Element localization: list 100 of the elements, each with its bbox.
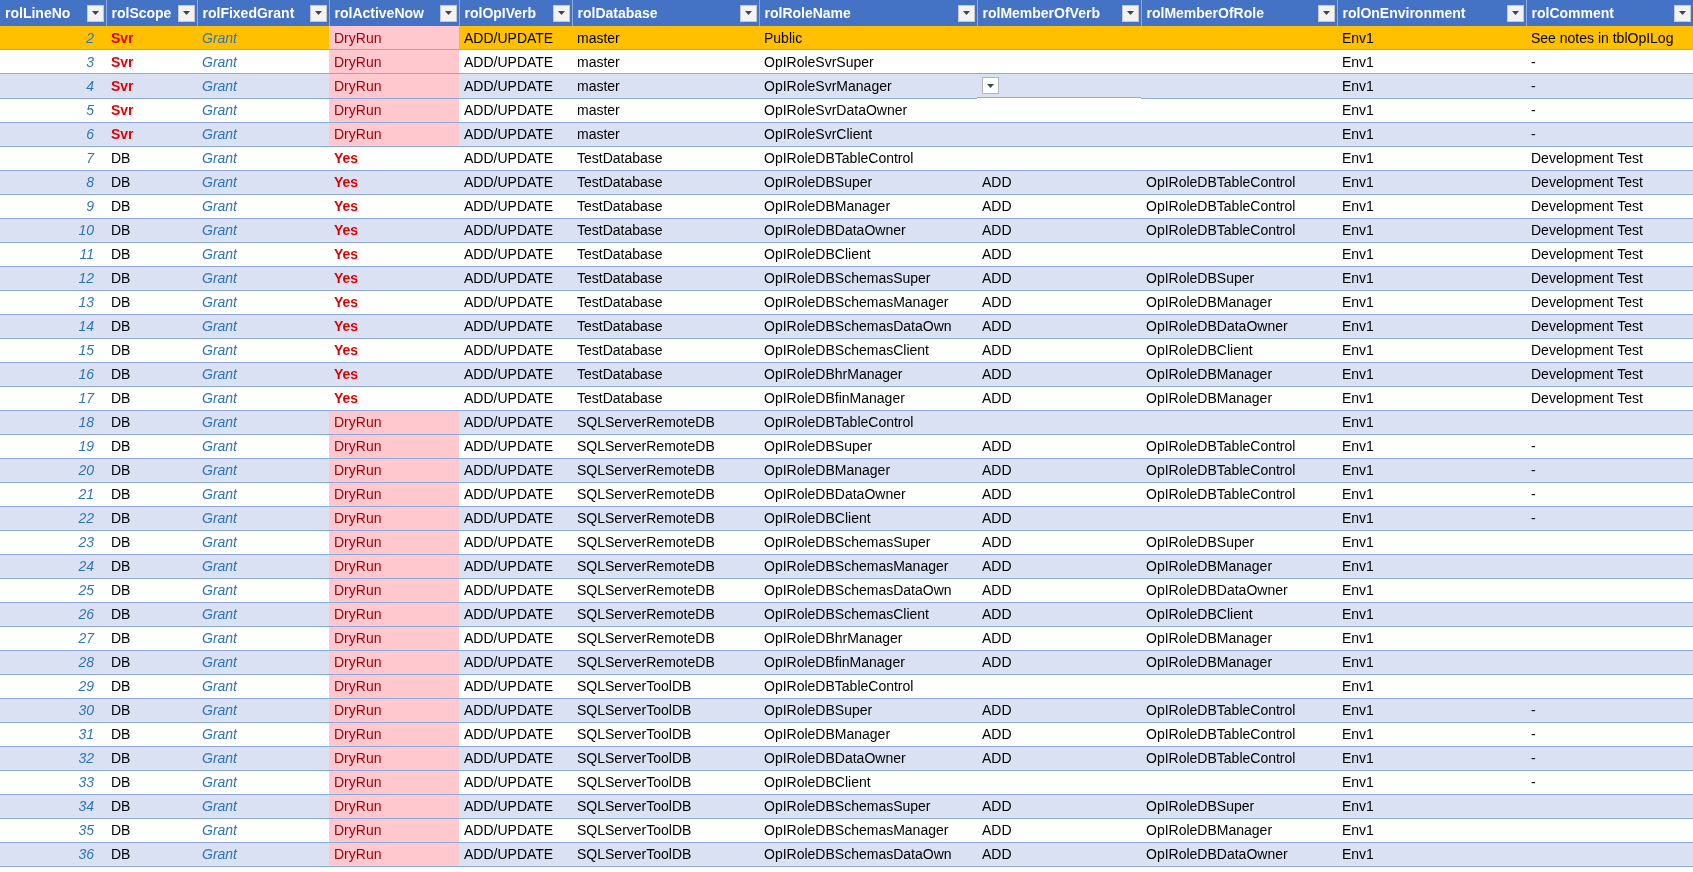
table-cell: DryRun xyxy=(329,746,459,770)
table-cell: ADD/UPDATE xyxy=(464,798,554,814)
table-cell: master xyxy=(577,102,620,118)
caret-icon xyxy=(557,11,565,15)
table-row[interactable]: 14 DB Grant Yes ADD/UPDATE TestDatabase OpIRoleDBSchemasDataOwn ADD OpIRoleDBDataOwner Env1 Development Test xyxy=(0,314,1693,338)
table-cell: OpIRoleDBManager xyxy=(764,198,891,214)
table-row[interactable]: 35 DB Grant DryRun ADD/UPDATE SQLServerToolDB OpIRoleDBSchemasManager ADD OpIRoleDBManager Env1 xyxy=(0,818,1693,842)
table-row[interactable]: 7 DB Grant Yes ADD/UPDATE TestDatabase OpIRoleDBTableControl Env1 Development Test xyxy=(0,146,1693,170)
table-row[interactable]: 34 DB Grant DryRun ADD/UPDATE SQLServerToolDB OpIRoleDBSchemasSuper ADD OpIRoleDBSuper Env1 xyxy=(0,794,1693,818)
table-cell: ADD xyxy=(982,390,1012,406)
table-cell: ADD xyxy=(982,510,1012,526)
table-row[interactable]: 13 DB Grant Yes ADD/UPDATE TestDatabase OpIRoleDBSchemasManager ADD OpIRoleDBManager Env1 Development Test xyxy=(0,290,1693,314)
table-cell: Svr xyxy=(111,102,134,118)
table-cell: Env1 xyxy=(1342,486,1374,502)
table-cell: Grant xyxy=(202,750,237,766)
table-cell: TestDatabase xyxy=(577,198,663,214)
table-cell: OpIRoleDBTableControl xyxy=(1146,750,1296,766)
table-cell: DB xyxy=(111,678,131,694)
table-row[interactable]: 23 DB Grant DryRun ADD/UPDATE SQLServerRemoteDB OpIRoleDBSchemasSuper ADD OpIRoleDBSuper Env1 xyxy=(0,530,1693,554)
table-row[interactable]: 21 DB Grant DryRun ADD/UPDATE SQLServerRemoteDB OpIRoleDBDataOwner ADD OpIRoleDBTableControl Env1 - xyxy=(0,482,1693,506)
table-cell: DryRun xyxy=(329,602,459,626)
dropdown-button[interactable] xyxy=(982,77,999,94)
caret-icon xyxy=(1678,11,1686,15)
filter-button[interactable] xyxy=(439,4,457,22)
table-cell: - xyxy=(1531,438,1536,454)
table-row[interactable]: 19 DB Grant DryRun ADD/UPDATE SQLServerRemoteDB OpIRoleDBSuper ADD OpIRoleDBTableControl Env1 - xyxy=(0,434,1693,458)
table-cell: 8 xyxy=(86,174,94,190)
filter-button[interactable] xyxy=(86,4,104,22)
table-row[interactable]: 2 Svr Grant DryRun ADD/UPDATE master Public Env1 See notes in tblOpILog xyxy=(0,26,1693,50)
table-cell: See notes in tblOpILog xyxy=(1531,29,1674,46)
table-row[interactable]: 10 DB Grant Yes ADD/UPDATE TestDatabase OpIRoleDBDataOwner ADD OpIRoleDBTableControl Env1 Development Test xyxy=(0,218,1693,242)
table-row[interactable]: 18 DB Grant DryRun ADD/UPDATE SQLServerRemoteDB OpIRoleDBTableControl Env1 xyxy=(0,410,1693,434)
table-row[interactable]: 26 DB Grant DryRun ADD/UPDATE SQLServerRemoteDB OpIRoleDBSchemasClient ADD OpIRoleDBClient Env1 xyxy=(0,602,1693,626)
table-cell: ADD/UPDATE xyxy=(464,53,554,70)
filter-button[interactable] xyxy=(1673,4,1691,22)
table-cell: SQLServerToolDB xyxy=(577,678,692,694)
caret-icon xyxy=(1322,11,1330,15)
column-header: rolOnEnvironment xyxy=(1342,5,1466,21)
table-row[interactable]: 30 DB Grant DryRun ADD/UPDATE SQLServerToolDB OpIRoleDBSuper ADD OpIRoleDBTableControl Env1 - xyxy=(0,698,1693,722)
filter-button[interactable] xyxy=(1506,4,1524,22)
filter-button[interactable] xyxy=(309,4,327,22)
table-row[interactable]: 17 DB Grant Yes ADD/UPDATE TestDatabase OpIRoleDBfinManager ADD OpIRoleDBManager Env1 Development Test xyxy=(0,386,1693,410)
table-row[interactable]: 9 DB Grant Yes ADD/UPDATE TestDatabase OpIRoleDBManager ADD OpIRoleDBTableControl Env1 Development Test xyxy=(0,194,1693,218)
table-cell: DryRun xyxy=(329,626,459,650)
table-cell: 28 xyxy=(78,654,94,670)
table-row[interactable]: 12 DB Grant Yes ADD/UPDATE TestDatabase OpIRoleDBSchemasSuper ADD OpIRoleDBSuper Env1 Development Test xyxy=(0,266,1693,290)
table-cell: DryRun xyxy=(329,842,459,866)
filter-button[interactable] xyxy=(1317,4,1335,22)
caret-icon xyxy=(987,83,994,88)
table-row[interactable]: 28 DB Grant DryRun ADD/UPDATE SQLServerRemoteDB OpIRoleDBfinManager ADD OpIRoleDBManager Env1 xyxy=(0,650,1693,674)
table-cell: OpIRoleDBfinManager xyxy=(764,654,905,670)
table-row[interactable]: 22 DB Grant DryRun ADD/UPDATE SQLServerRemoteDB OpIRoleDBClient ADD Env1 - xyxy=(0,506,1693,530)
table-row[interactable]: 4 Svr Grant DryRun ADD/UPDATE master OpIRoleSvrManager Env1 - xyxy=(0,73,1693,98)
filter-button[interactable] xyxy=(1121,4,1139,22)
table-cell: Env1 xyxy=(1342,438,1374,454)
table-row[interactable]: 33 DB Grant DryRun ADD/UPDATE SQLServerToolDB OpIRoleDBClient Env1 - xyxy=(0,770,1693,794)
table-cell: ADD xyxy=(982,318,1012,334)
table-cell: 22 xyxy=(78,510,94,526)
table-row[interactable]: 36 DB Grant DryRun ADD/UPDATE SQLServerToolDB OpIRoleDBSchemasDataOwn ADD OpIRoleDBDataOwner Env1 xyxy=(0,842,1693,866)
table-cell: OpIRoleDBSchemasManager xyxy=(764,558,949,574)
table-row[interactable]: 29 DB Grant DryRun ADD/UPDATE SQLServerToolDB OpIRoleDBTableControl Env1 xyxy=(0,674,1693,698)
table-row[interactable]: 27 DB Grant DryRun ADD/UPDATE SQLServerRemoteDB OpIRoleDBhrManager ADD OpIRoleDBManager Env1 xyxy=(0,626,1693,650)
table-row[interactable]: 3 Svr Grant DryRun ADD/UPDATE master OpIRoleSvrSuper Env1 - xyxy=(0,49,1693,74)
table-cell: SQLServerRemoteDB xyxy=(577,582,715,598)
table-cell: 17 xyxy=(78,390,94,406)
table-row[interactable]: 24 DB Grant DryRun ADD/UPDATE SQLServerRemoteDB OpIRoleDBSchemasManager ADD OpIRoleDBManager Env1 xyxy=(0,554,1693,578)
table-cell: Development Test xyxy=(1531,198,1643,214)
filter-button[interactable] xyxy=(552,4,570,22)
table-cell: TestDatabase xyxy=(577,294,663,310)
table-row[interactable]: 20 DB Grant DryRun ADD/UPDATE SQLServerRemoteDB OpIRoleDBManager ADD OpIRoleDBTableControl Env1 - xyxy=(0,458,1693,482)
filter-button[interactable] xyxy=(739,4,757,22)
table-cell: Grant xyxy=(202,29,237,46)
table-cell: OpIRoleDBManager xyxy=(1146,390,1273,406)
table-row[interactable]: 31 DB Grant DryRun ADD/UPDATE SQLServerToolDB OpIRoleDBManager ADD OpIRoleDBTableControl Env1 - xyxy=(0,722,1693,746)
table-row[interactable]: 15 DB Grant Yes ADD/UPDATE TestDatabase OpIRoleDBSchemasClient ADD OpIRoleDBClient Env1 Development Test xyxy=(0,338,1693,362)
table-cell: DB xyxy=(111,318,131,334)
table-cell: ADD/UPDATE xyxy=(464,558,554,574)
table-cell: Yes xyxy=(329,194,459,218)
table-row[interactable]: 6 Svr Grant DryRun ADD/UPDATE master OpIRoleSvrClient Env1 - xyxy=(0,122,1693,146)
table-cell: Env1 xyxy=(1342,654,1374,670)
table-row[interactable]: 32 DB Grant DryRun ADD/UPDATE SQLServerToolDB OpIRoleDBDataOwner ADD OpIRoleDBTableControl Env1 - xyxy=(0,746,1693,770)
table-row[interactable]: 25 DB Grant DryRun ADD/UPDATE SQLServerRemoteDB OpIRoleDBSchemasDataOwn ADD OpIRoleDBDataOwner Env1 xyxy=(0,578,1693,602)
table-cell: 33 xyxy=(78,774,94,790)
filter-button[interactable] xyxy=(177,4,195,22)
table-cell: DB xyxy=(111,606,131,622)
table-cell: ADD/UPDATE xyxy=(464,846,554,862)
table-row[interactable]: 16 DB Grant Yes ADD/UPDATE TestDatabase OpIRoleDBhrManager ADD OpIRoleDBManager Env1 Development Test xyxy=(0,362,1693,386)
table-cell: 7 xyxy=(86,150,94,166)
table-cell: - xyxy=(1531,102,1536,118)
table-cell: DB xyxy=(111,222,131,238)
table-cell: Grant xyxy=(202,534,237,550)
table-cell: Grant xyxy=(202,510,237,526)
table-cell: Env1 xyxy=(1342,77,1374,94)
table-row[interactable]: 8 DB Grant Yes ADD/UPDATE TestDatabase OpIRoleDBSuper ADD OpIRoleDBTableControl Env1 Development Test xyxy=(0,170,1693,194)
table-row[interactable]: 5 Svr Grant DryRun ADD/UPDATE master OpIRoleSvrDataOwner Env1 - xyxy=(0,98,1693,122)
filter-button[interactable] xyxy=(957,4,975,22)
table-row[interactable]: 11 DB Grant Yes ADD/UPDATE TestDatabase OpIRoleDBClient ADD Env1 Development Test xyxy=(0,242,1693,266)
table-cell: ADD xyxy=(982,726,1012,742)
table-cell: SQLServerRemoteDB xyxy=(577,534,715,550)
table-cell: Env1 xyxy=(1342,678,1374,694)
